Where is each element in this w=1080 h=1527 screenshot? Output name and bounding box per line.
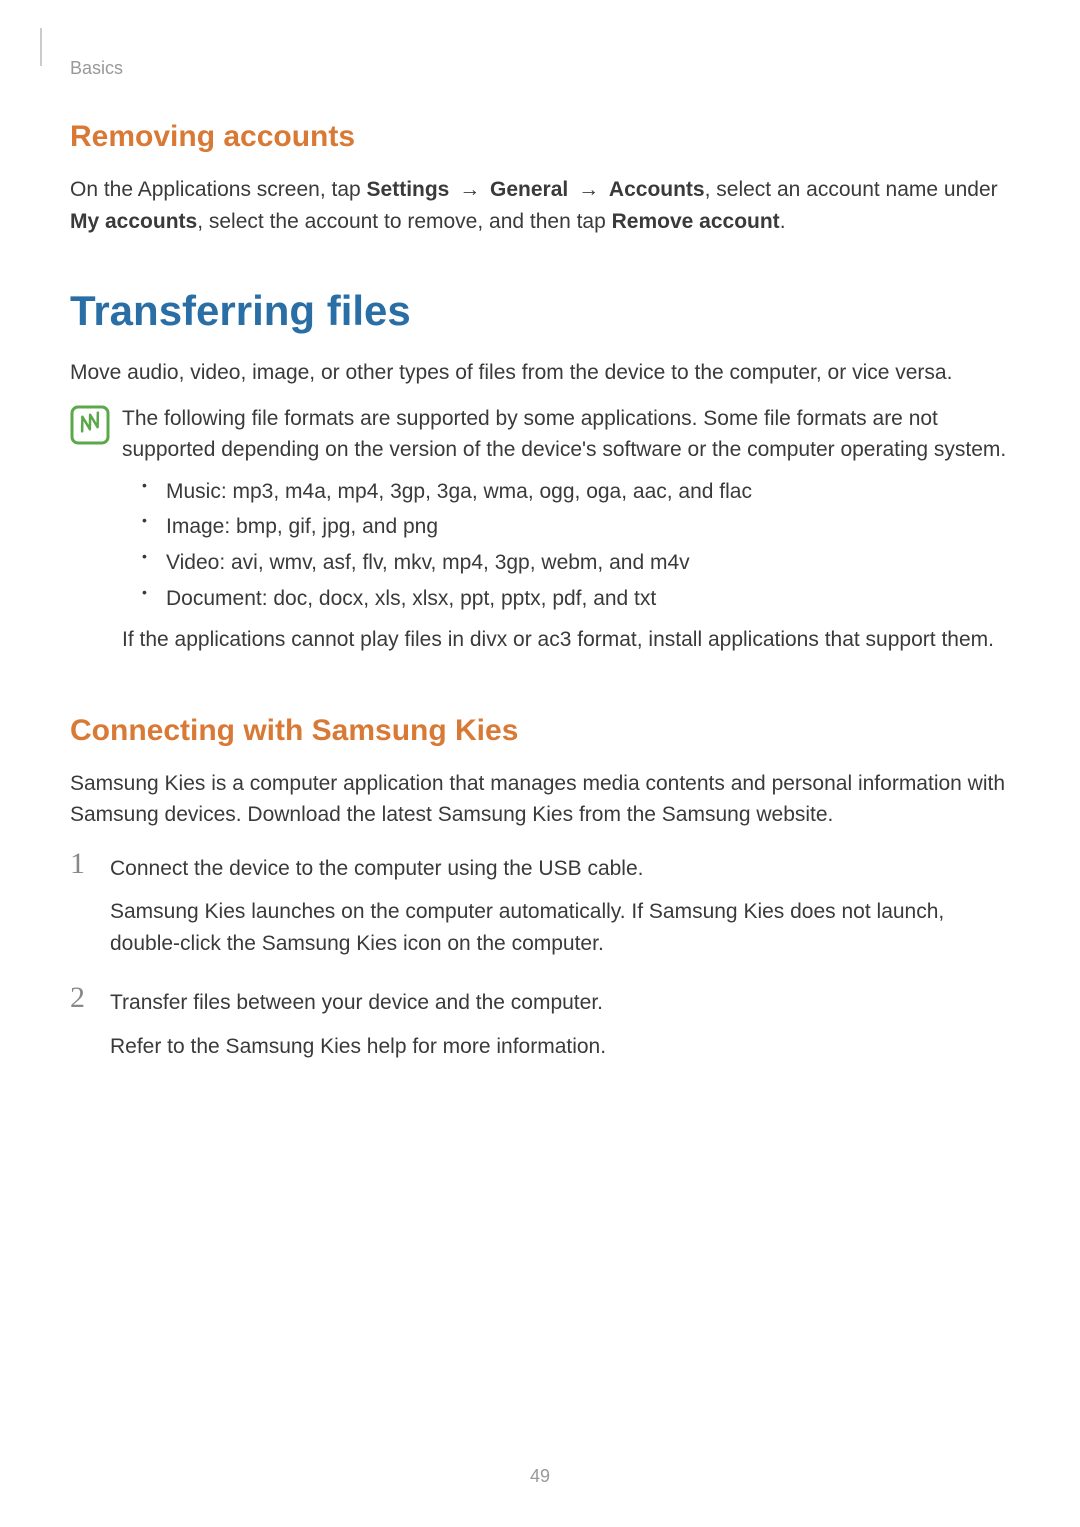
transferring-files-intro: Move audio, video, image, or other types… [70,357,1010,389]
kies-section: Connecting with Samsung Kies Samsung Kie… [70,714,1010,1063]
list-item-video: Video: avi, wmv, asf, flv, mkv, mp4, 3gp… [142,545,1010,581]
kies-heading: Connecting with Samsung Kies [70,714,1010,748]
my-accounts-label: My accounts [70,210,197,233]
step-2: 2 Transfer files between your device and… [70,987,1010,1062]
transferring-files-heading: Transferring files [70,287,1010,335]
file-formats-list: Music: mp3, m4a, mp4, 3gp, 3ga, wma, ogg… [122,474,1010,617]
settings-label: Settings [367,178,450,201]
list-item-image: Image: bmp, gif, jpg, and png [142,509,1010,545]
note-icon [70,405,110,450]
step-sub-text: Refer to the Samsung Kies help for more … [110,1031,1010,1063]
kies-steps: 1 Connect the device to the computer usi… [70,853,1010,1063]
general-label: General [490,178,568,201]
list-item-music: Music: mp3, m4a, mp4, 3gp, 3ga, wma, ogg… [142,474,1010,510]
note-intro: The following file formats are supported… [122,403,1010,466]
removing-accounts-heading: Removing accounts [70,120,1010,154]
step-number: 2 [70,981,85,1015]
step-sub-text: Samsung Kies launches on the computer au… [110,896,1010,959]
remove-account-label: Remove account [612,210,780,233]
kies-intro: Samsung Kies is a computer application t… [70,768,1010,831]
text-fragment: . [780,210,786,233]
step-number: 1 [70,847,85,881]
page-number: 49 [0,1466,1080,1487]
section-breadcrumb: Basics [70,58,123,79]
page-content: Removing accounts On the Applications sc… [70,120,1010,1062]
header-divider [40,28,42,66]
removing-accounts-body: On the Applications screen, tap Settings… [70,174,1010,237]
text-fragment: On the Applications screen, tap [70,178,367,201]
manual-page: Basics Removing accounts On the Applicat… [0,0,1080,1527]
step-main-text: Connect the device to the computer using… [110,853,1010,885]
text-fragment: , select an account name under [705,178,998,201]
arrow-icon: → [449,178,490,201]
note-block: The following file formats are supported… [70,403,1010,664]
list-item-document: Document: doc, docx, xls, xlsx, ppt, ppt… [142,581,1010,617]
step-1: 1 Connect the device to the computer usi… [70,853,1010,960]
arrow-icon: → [568,178,609,201]
note-footer: If the applications cannot play files in… [122,624,1010,656]
note-content: The following file formats are supported… [122,403,1010,664]
accounts-label: Accounts [609,178,705,201]
text-fragment: , select the account to remove, and then… [197,210,611,233]
step-main-text: Transfer files between your device and t… [110,987,1010,1019]
